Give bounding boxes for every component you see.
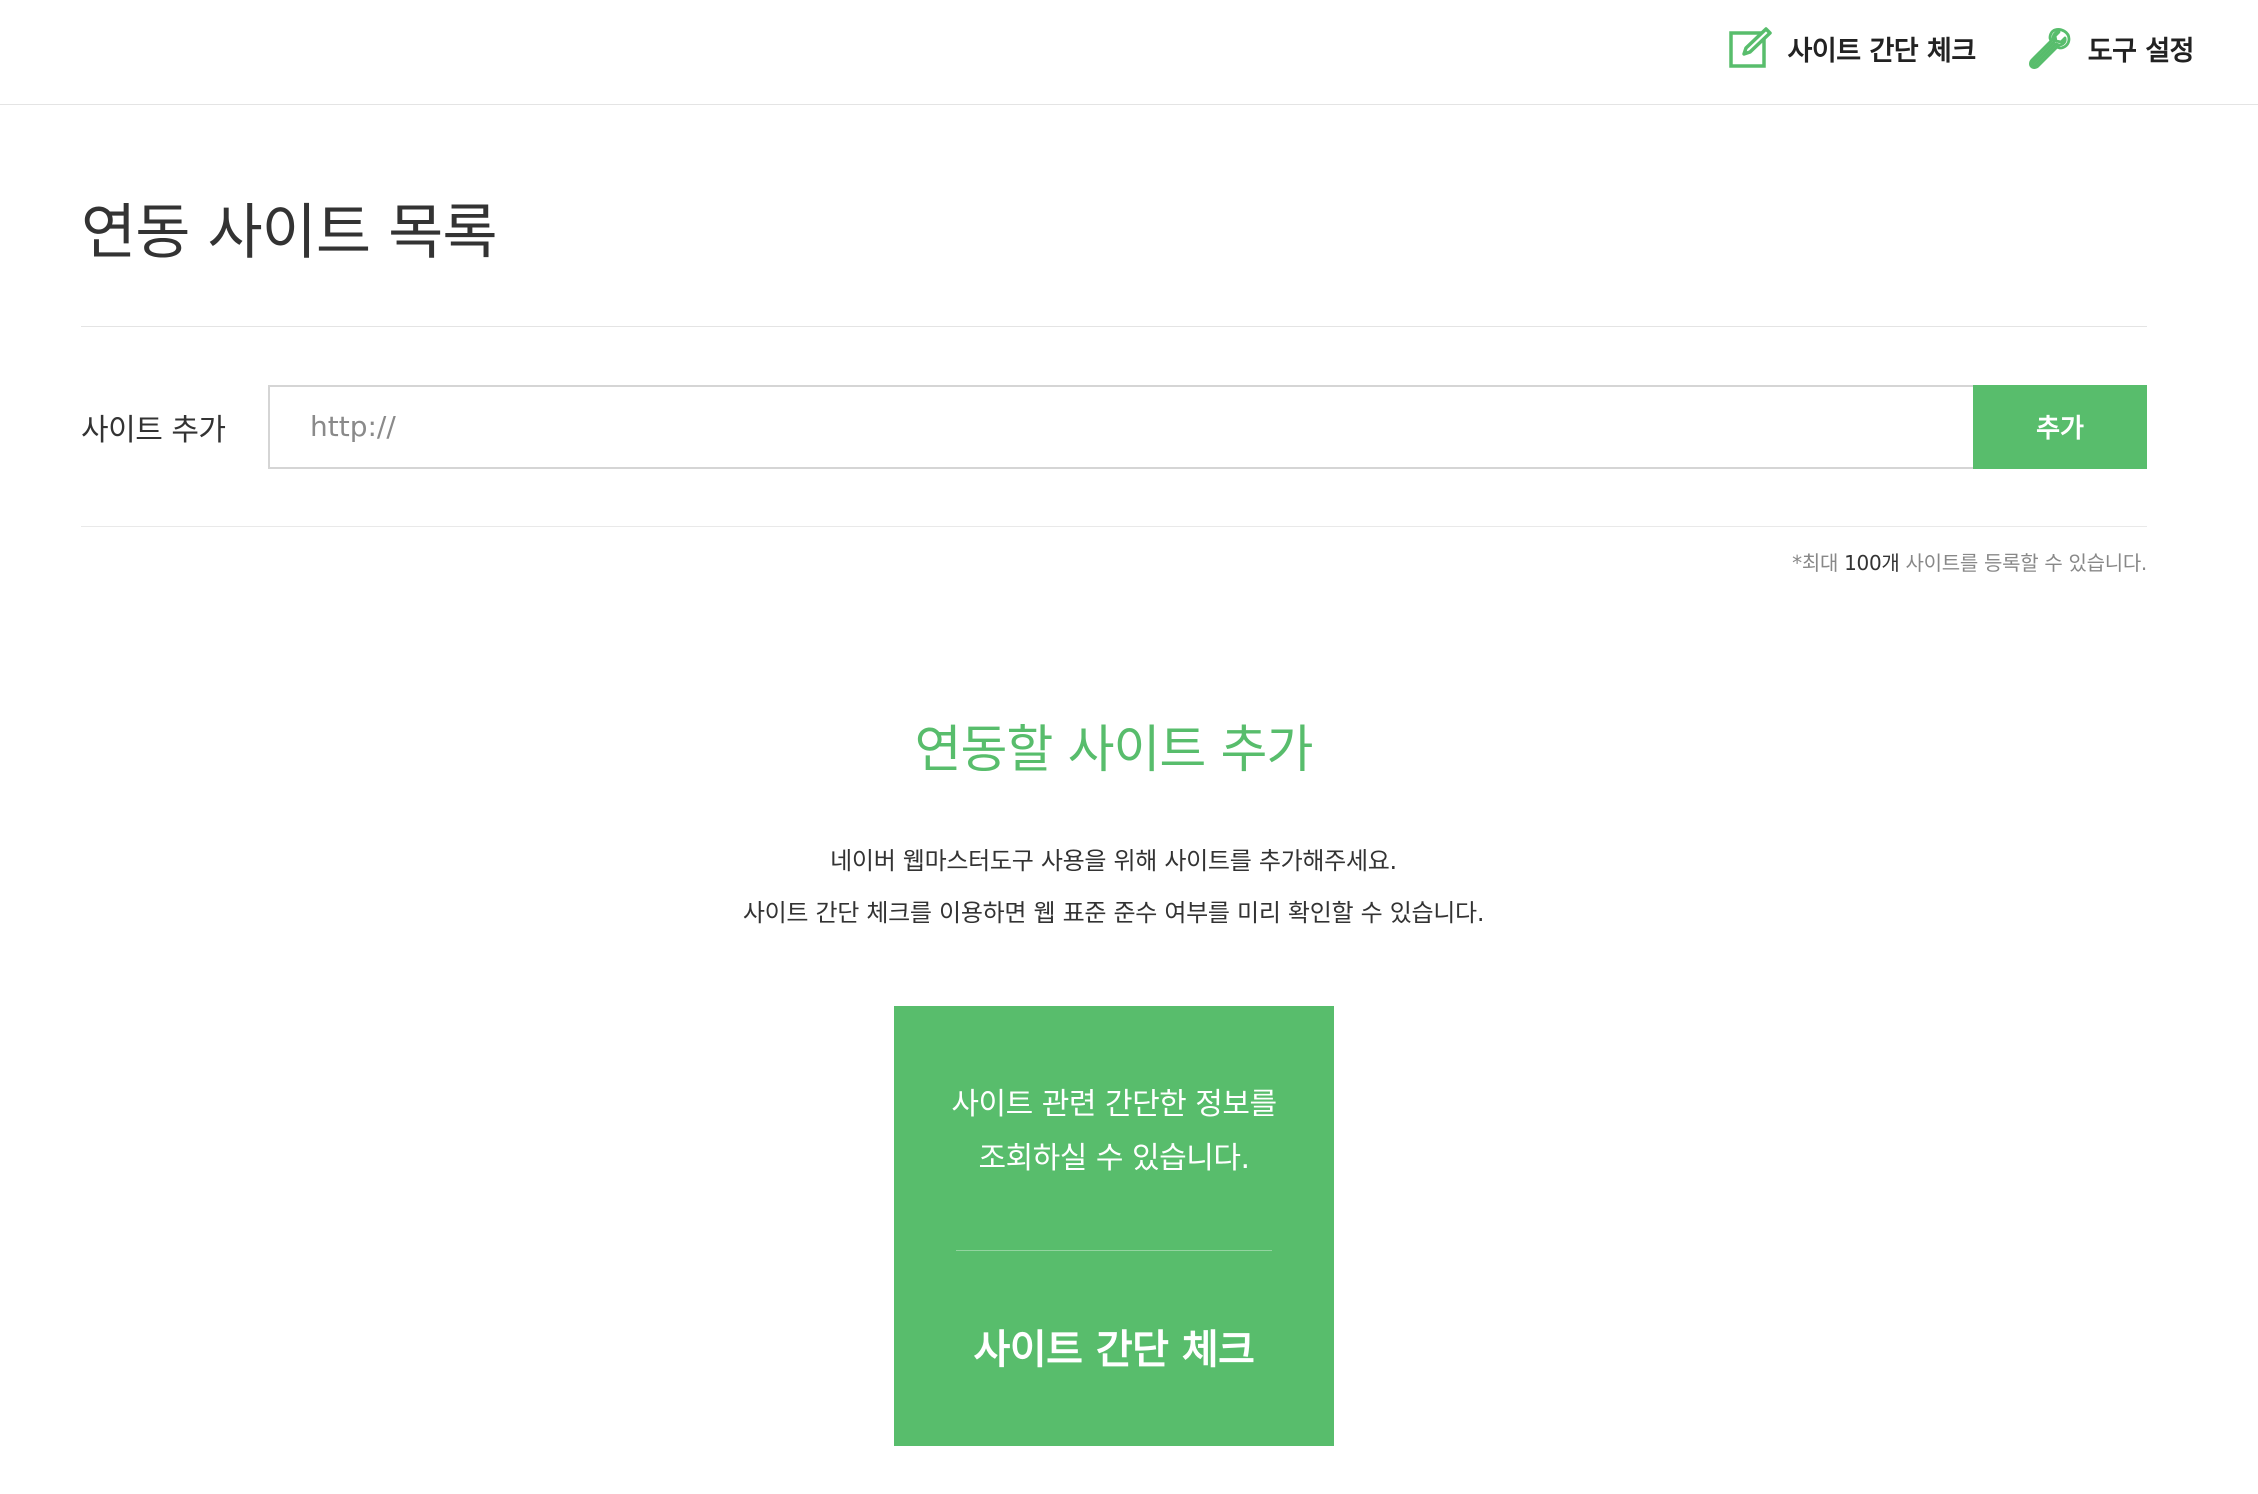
site-url-input[interactable]: [268, 384, 1973, 469]
intro-desc-line2: 사이트 간단 체크를 이용하면 웹 표준 준수 여부를 미리 확인할 수 있습니…: [742, 899, 1485, 928]
site-check-label: 사이트 간단 체크: [1787, 35, 1977, 67]
intro-section: 연동할 사이트 추가 네이버 웹마스터도구 사용을 위해 사이트를 추가해주세요…: [0, 720, 2227, 939]
top-nav: 사이트 간단 체크 도구 설정: [1676, 0, 2195, 96]
top-bar: 사이트 간단 체크 도구 설정: [0, 0, 2258, 105]
add-site-label: 사이트 추가: [81, 412, 226, 448]
intro-title: 연동할 사이트 추가: [914, 721, 1314, 780]
note-prefix: *최대: [1792, 551, 1845, 575]
intro-desc-line1: 네이버 웹마스터도구 사용을 위해 사이트를 추가해주세요.: [830, 847, 1397, 876]
intro-description: 네이버 웹마스터도구 사용을 위해 사이트를 추가해주세요. 사이트 간단 체크…: [0, 835, 2227, 939]
note-suffix: 사이트를 등록할 수 있습니다.: [1899, 551, 2148, 575]
card-text: 사이트 관련 간단한 정보를 조회하실 수 있습니다.: [894, 1006, 1334, 1186]
site-check-card[interactable]: 사이트 관련 간단한 정보를 조회하실 수 있습니다. 사이트 간단 체크: [894, 1006, 1334, 1446]
tool-settings-label: 도구 설정: [2087, 35, 2195, 67]
card-text-line2: 조회하실 수 있습니다.: [978, 1141, 1250, 1176]
tool-settings-link[interactable]: 도구 설정: [2028, 26, 2195, 70]
edit-icon: [1728, 26, 1772, 70]
add-site-button[interactable]: 추가: [1973, 384, 2147, 469]
card-divider: [956, 1250, 1272, 1251]
site-check-link[interactable]: 사이트 간단 체크: [1728, 26, 1976, 70]
card-action-label: 사이트 간단 체크: [973, 1327, 1255, 1373]
page-title: 연동 사이트 목록: [81, 105, 2147, 327]
card-text-line1: 사이트 관련 간단한 정보를: [951, 1087, 1277, 1122]
wrench-icon: [2028, 26, 2072, 70]
site-limit-note: *최대 100개 사이트를 등록할 수 있습니다.: [81, 527, 2147, 576]
main-content: 연동 사이트 목록 사이트 추가 추가 *최대 100개 사이트를 등록할 수 …: [81, 105, 2147, 576]
note-number: 100개: [1844, 551, 1900, 575]
add-site-row: 사이트 추가 추가: [81, 327, 2147, 527]
